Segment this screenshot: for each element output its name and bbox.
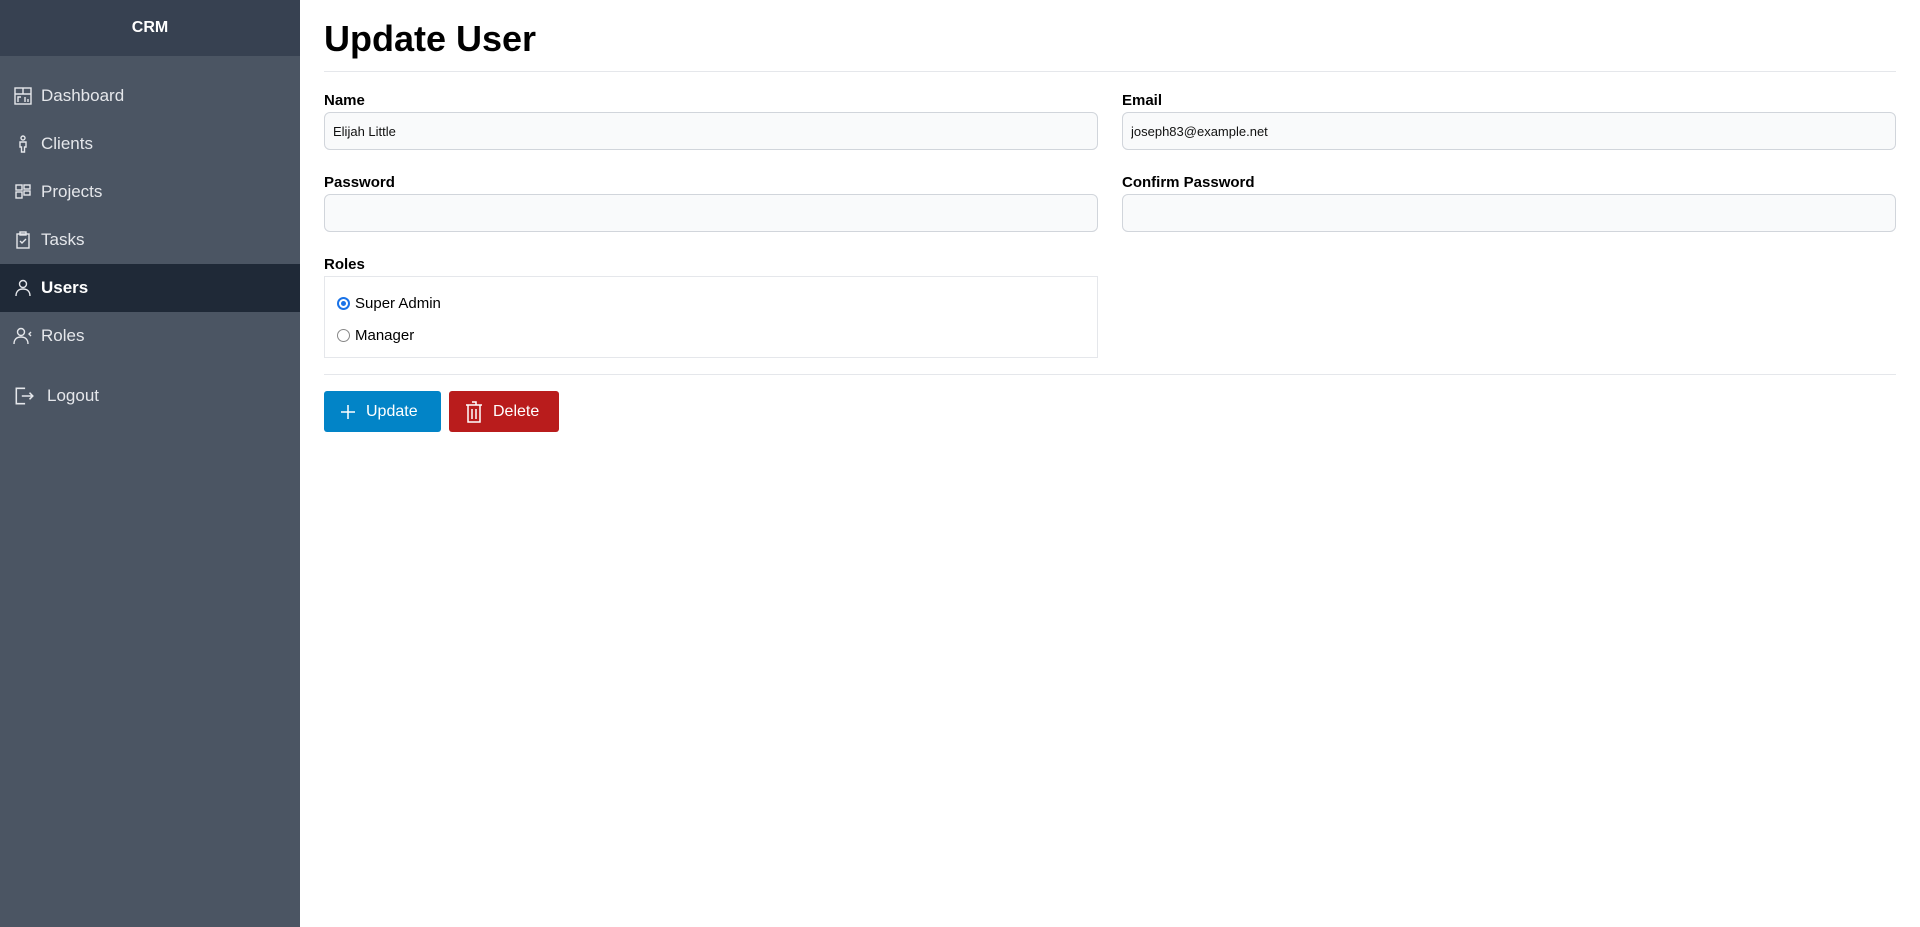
name-input[interactable] bbox=[324, 112, 1098, 150]
confirm-password-input[interactable] bbox=[1122, 194, 1896, 232]
role-label: Manager bbox=[355, 326, 415, 344]
radio-checked-icon bbox=[337, 296, 350, 310]
roles-group: Super Admin Manager bbox=[324, 276, 1098, 358]
sidebar: CRM Dashboard Clients Projects Tasks Use… bbox=[0, 0, 300, 927]
role-radio-super-admin[interactable]: Super Admin bbox=[337, 287, 1085, 319]
sidebar-item-label: Clients bbox=[41, 134, 93, 153]
delete-label: Delete bbox=[493, 402, 540, 420]
sidebar-item-users[interactable]: Users bbox=[0, 264, 300, 312]
password-input[interactable] bbox=[324, 194, 1098, 232]
update-label: Update bbox=[366, 402, 418, 420]
sidebar-item-projects[interactable]: Projects bbox=[0, 168, 300, 216]
page-title: Update User bbox=[324, 0, 1896, 72]
user-roles-icon bbox=[13, 327, 32, 345]
sidebar-item-dashboard[interactable]: Dashboard bbox=[0, 72, 300, 120]
dashboard-icon bbox=[14, 87, 32, 105]
roles-label: Roles bbox=[324, 256, 365, 273]
sidebar-item-clients[interactable]: Clients bbox=[0, 120, 300, 168]
grid-icon bbox=[15, 184, 31, 199]
main-content: Update User Name Email Password Confirm … bbox=[324, 0, 1896, 432]
divider bbox=[324, 374, 1896, 375]
password-label: Password bbox=[324, 174, 395, 191]
app-title: CRM bbox=[0, 0, 300, 56]
sidebar-item-label: Roles bbox=[41, 326, 85, 345]
logout-label: Logout bbox=[47, 386, 99, 405]
sidebar-item-label: Dashboard bbox=[41, 86, 125, 105]
role-label: Super Admin bbox=[355, 294, 441, 312]
logout-button[interactable]: Logout bbox=[0, 372, 300, 420]
update-button[interactable]: Update bbox=[324, 391, 441, 432]
email-input[interactable] bbox=[1122, 112, 1896, 150]
sidebar-nav: Dashboard Clients Projects Tasks Users R… bbox=[0, 56, 300, 420]
user-form: Name Email Password Confirm Password Rol… bbox=[324, 92, 1896, 358]
sidebar-item-roles[interactable]: Roles bbox=[0, 312, 300, 360]
email-label: Email bbox=[1122, 92, 1163, 109]
person-icon bbox=[19, 135, 27, 153]
radio-unchecked-icon bbox=[337, 328, 350, 342]
confirm-password-label: Confirm Password bbox=[1122, 174, 1255, 191]
clipboard-icon bbox=[16, 231, 30, 249]
name-label: Name bbox=[324, 92, 365, 109]
plus-icon bbox=[341, 404, 355, 419]
delete-button[interactable]: Delete bbox=[449, 391, 559, 432]
logout-icon bbox=[15, 387, 34, 405]
sidebar-item-tasks[interactable]: Tasks bbox=[0, 216, 300, 264]
sidebar-item-label: Users bbox=[41, 278, 89, 297]
form-actions: Update Delete bbox=[324, 391, 1896, 432]
trash-icon bbox=[466, 400, 482, 423]
sidebar-item-label: Tasks bbox=[41, 230, 85, 249]
role-radio-manager[interactable]: Manager bbox=[337, 319, 1085, 351]
user-icon bbox=[15, 279, 31, 297]
sidebar-item-label: Projects bbox=[41, 182, 103, 201]
